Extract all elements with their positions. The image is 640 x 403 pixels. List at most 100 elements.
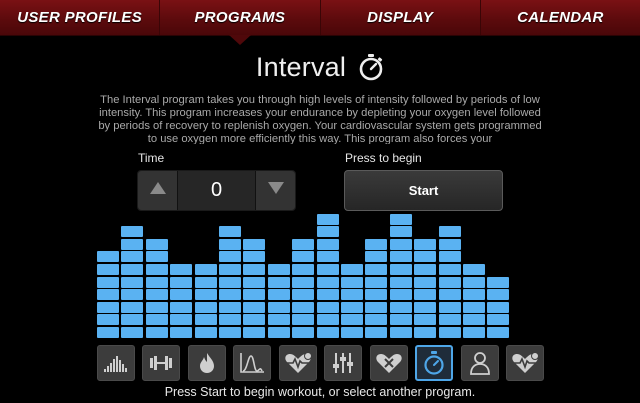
profile-bar-segment	[389, 301, 412, 313]
profile-bar-segment	[316, 238, 339, 250]
profile-bar-segment	[97, 264, 119, 275]
program-selector	[97, 345, 544, 381]
time-label: Time	[138, 151, 165, 165]
profile-bar-segment	[97, 314, 119, 326]
profile-bar-segment	[316, 327, 339, 338]
profile-bar-segment	[170, 327, 193, 338]
profile-bar-segment	[463, 276, 485, 288]
profile-bar	[438, 225, 461, 338]
profile-bar	[145, 237, 168, 338]
profile-bar-segment	[365, 314, 388, 326]
profile-bar-segment	[194, 314, 217, 326]
footer-instruction: Press Start to begin workout, or select …	[164, 385, 476, 399]
profile-bar-segment	[365, 251, 388, 263]
program-heart-rate-plus-button[interactable]	[506, 345, 544, 381]
peak-chart-icon	[239, 352, 265, 374]
program-strength-button[interactable]	[142, 345, 180, 381]
nav-tab-user-profiles[interactable]: USER PROFILES	[0, 0, 161, 35]
profile-bar-segment	[219, 251, 241, 263]
profile-bar-segment	[170, 264, 193, 275]
profile-bar-segment	[97, 289, 119, 301]
profile-bar-segment	[267, 289, 290, 301]
profile-bar-segment	[292, 327, 315, 338]
profile-bar-segment	[121, 226, 144, 238]
profile-bar-segment	[267, 301, 290, 313]
arrow-down-icon	[267, 181, 285, 200]
profile-bar-segment	[438, 264, 461, 275]
profile-bar-segment	[170, 314, 193, 326]
time-decrease-button[interactable]	[138, 171, 178, 210]
profile-bar-segment	[145, 276, 168, 288]
profile-bar-segment	[341, 314, 363, 326]
profile-bar-segment	[414, 314, 437, 326]
profile-bar-segment	[389, 327, 412, 338]
profile-bar-segment	[487, 314, 510, 326]
program-cardio-button[interactable]	[370, 345, 408, 381]
profile-bar	[121, 225, 144, 338]
profile-bar-segment	[121, 276, 144, 288]
profile-bar-segment	[341, 301, 363, 313]
profile-bar-segment	[316, 314, 339, 326]
profile-bar-segment	[243, 238, 266, 250]
profile-bar-segment	[219, 226, 241, 238]
profile-bar-segment	[414, 276, 437, 288]
profile-bar-segment	[267, 327, 290, 338]
program-heart-rate-button[interactable]	[279, 345, 317, 381]
program-title: Interval	[255, 51, 347, 82]
profile-bar	[463, 262, 485, 338]
intensity-profile	[97, 213, 543, 338]
profile-bar-segment	[463, 289, 485, 301]
program-user-button[interactable]	[461, 345, 499, 381]
profile-bar-segment	[389, 226, 412, 238]
profile-bar-segment	[389, 251, 412, 263]
profile-bar-segment	[97, 327, 119, 338]
profile-bar	[316, 212, 339, 338]
profile-bar-segment	[145, 238, 168, 250]
profile-bar	[267, 262, 290, 338]
nav-tab-calendar[interactable]: CALENDAR	[481, 0, 640, 35]
profile-bar-segment	[365, 238, 388, 250]
program-peak-button[interactable]	[233, 345, 271, 381]
profile-bar-segment	[267, 314, 290, 326]
profile-bar-segment	[145, 289, 168, 301]
heart-rate-plus-icon	[511, 352, 539, 374]
profile-bar-segment	[292, 276, 315, 288]
profile-bar-segment	[243, 276, 266, 288]
profile-bar-segment	[121, 327, 144, 338]
nav-tab-display[interactable]: DISPLAY	[321, 0, 481, 35]
profile-bar-segment	[341, 327, 363, 338]
start-button[interactable]: Start	[344, 170, 503, 211]
profile-bar-segment	[243, 251, 266, 263]
profile-bar-segment	[487, 327, 510, 338]
profile-bar-segment	[438, 238, 461, 250]
profile-bar-segment	[487, 301, 510, 313]
profile-bar	[219, 225, 241, 338]
profile-bar-segment	[292, 314, 315, 326]
program-hill-button[interactable]	[97, 345, 135, 381]
profile-bar-segment	[292, 238, 315, 250]
profile-bar-segment	[365, 264, 388, 275]
profile-bar-segment	[121, 264, 144, 275]
profile-bar-segment	[194, 264, 217, 275]
profile-bar	[487, 275, 510, 338]
program-fat-burn-button[interactable]	[188, 345, 226, 381]
profile-bar-segment	[121, 251, 144, 263]
profile-bar	[97, 250, 119, 338]
profile-bar-segment	[414, 251, 437, 263]
profile-bar-segment	[243, 301, 266, 313]
profile-bar-segment	[341, 289, 363, 301]
profile-bar-segment	[194, 289, 217, 301]
profile-bar-segment	[292, 251, 315, 263]
profile-bar-segment	[316, 289, 339, 301]
profile-bar-segment	[243, 314, 266, 326]
time-increase-button[interactable]	[255, 171, 295, 210]
program-interval-button[interactable]	[415, 345, 453, 381]
profile-bar-segment	[219, 301, 241, 313]
flame-icon	[198, 352, 216, 374]
profile-bar	[341, 262, 363, 338]
program-custom-button[interactable]	[324, 345, 362, 381]
profile-bar-segment	[145, 264, 168, 275]
program-description: The Interval program takes you through h…	[98, 94, 542, 144]
nav-tab-programs[interactable]: PROGRAMS	[160, 0, 321, 45]
profile-bar-segment	[463, 327, 485, 338]
